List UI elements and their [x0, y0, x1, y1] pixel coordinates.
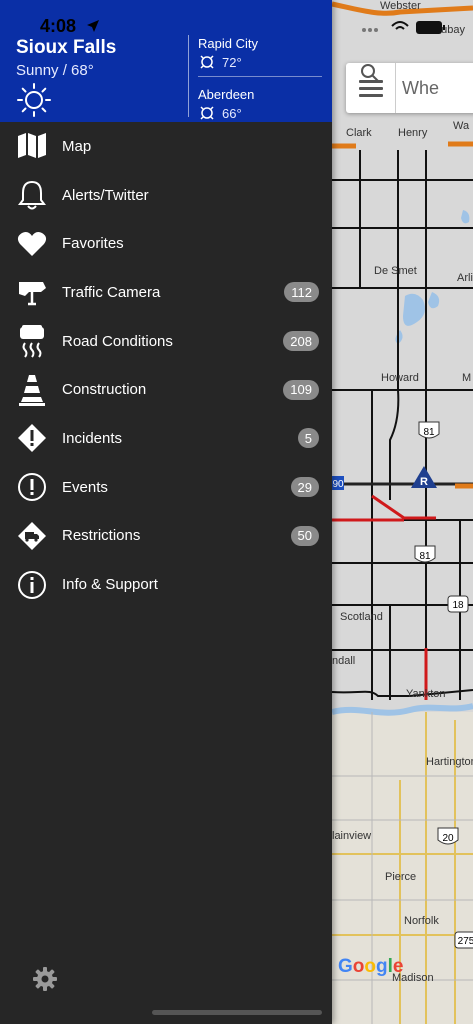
menu-item-label: Info & Support [62, 576, 158, 594]
map-label-scotland: Scotland [340, 611, 383, 623]
map-search-placeholder[interactable]: Whe [402, 78, 439, 99]
heart-icon [16, 228, 48, 260]
map-label-hartington: Hartington [426, 756, 473, 768]
sun-icon [17, 83, 51, 117]
menu-item-construction[interactable]: Construction 109 [0, 365, 332, 414]
map-label-norfolk: Norfolk [404, 915, 439, 927]
status-time: 4:08 [40, 16, 77, 36]
weather-city-label: Rapid City [198, 36, 258, 51]
status-bar: 4:08 [0, 0, 473, 36]
map-label-clark: Clark [346, 127, 372, 139]
map-label-lainview: lainview [332, 830, 372, 842]
menu-item-label: Map [62, 137, 92, 155]
menu-item-traffic-camera[interactable]: Traffic Camera 112 [0, 268, 332, 317]
map-label-pierce: Pierce [385, 871, 417, 883]
menu-item-label: Restrictions [62, 527, 141, 545]
menu-item-label: Road Conditions [62, 332, 173, 350]
map-label-howard: Howard [381, 372, 419, 384]
weather-divider [188, 35, 189, 117]
weather-city-label: Aberdeen [198, 87, 255, 102]
sun-icon [200, 55, 214, 69]
road-conditions-icon [16, 325, 48, 358]
location-arrow-icon [87, 20, 99, 32]
menu-item-label: Incidents [62, 429, 123, 447]
menu-item-label: Events [62, 478, 108, 496]
map-search-bar[interactable]: Whe [346, 63, 473, 113]
map-label-arli: Arli [457, 272, 473, 284]
cone-icon [16, 374, 48, 406]
count-badge: 112 [284, 282, 319, 303]
map-label-ndall: ndall [332, 655, 356, 667]
weather-city: Sioux Falls [16, 37, 117, 58]
menu-item-alerts[interactable]: Alerts/Twitter [0, 171, 332, 220]
menu-item-restrictions[interactable]: Restrictions 50 [0, 512, 332, 561]
menu-item-road-conditions[interactable]: Road Conditions 208 [0, 317, 332, 366]
map-label-de-smet: De Smet [374, 265, 417, 277]
info-icon [16, 569, 48, 601]
menu-item-events[interactable]: Events 29 [0, 463, 332, 512]
menu-item-favorites[interactable]: Favorites [0, 219, 332, 268]
menu-item-map[interactable]: Map [0, 122, 332, 171]
search-icon [361, 64, 379, 82]
count-badge: 50 [290, 525, 319, 546]
count-badge: 208 [283, 331, 319, 352]
weather-temp: 66° [222, 105, 242, 121]
map-icon [16, 130, 48, 162]
menu-item-info-support[interactable]: Info & Support [0, 560, 332, 609]
gear-icon[interactable] [32, 966, 58, 992]
event-icon [16, 471, 48, 503]
home-indicator[interactable] [152, 1010, 322, 1015]
restriction-icon [16, 520, 48, 552]
google-logo: Google [338, 956, 404, 977]
camera-icon [16, 276, 48, 308]
weather-aberdeen: Aberdeen 66° [198, 87, 254, 122]
weather-condition: Sunny / 68° [16, 62, 94, 79]
sun-icon [200, 106, 214, 120]
map-label-m: M [462, 372, 472, 384]
menu-item-label: Construction [62, 381, 147, 399]
menu-item-incidents[interactable]: Incidents 5 [0, 414, 332, 463]
weather-temp: 72° [222, 54, 242, 70]
map-label-henry: Henry [398, 127, 428, 139]
menu-item-label: Favorites [62, 235, 124, 253]
count-badge: 5 [297, 428, 319, 449]
side-drawer: Sioux Falls Sunny / 68° Rapid City 72° A… [0, 0, 332, 1024]
weather-rapid-city: Rapid City 72° [198, 36, 258, 71]
menu-item-label: Alerts/Twitter [62, 186, 149, 204]
menu-item-label: Traffic Camera [62, 283, 161, 301]
map-label-yankton: Yankton [406, 688, 446, 700]
bell-icon [16, 179, 48, 211]
incident-icon [16, 422, 48, 454]
map-label-wa: Wa [453, 120, 470, 132]
weather-separator [198, 76, 322, 77]
count-badge: 29 [290, 477, 319, 498]
count-badge: 109 [283, 379, 319, 400]
drawer-menu: Map Alerts/Twitter Favorites Traffic Cam… [0, 122, 332, 609]
